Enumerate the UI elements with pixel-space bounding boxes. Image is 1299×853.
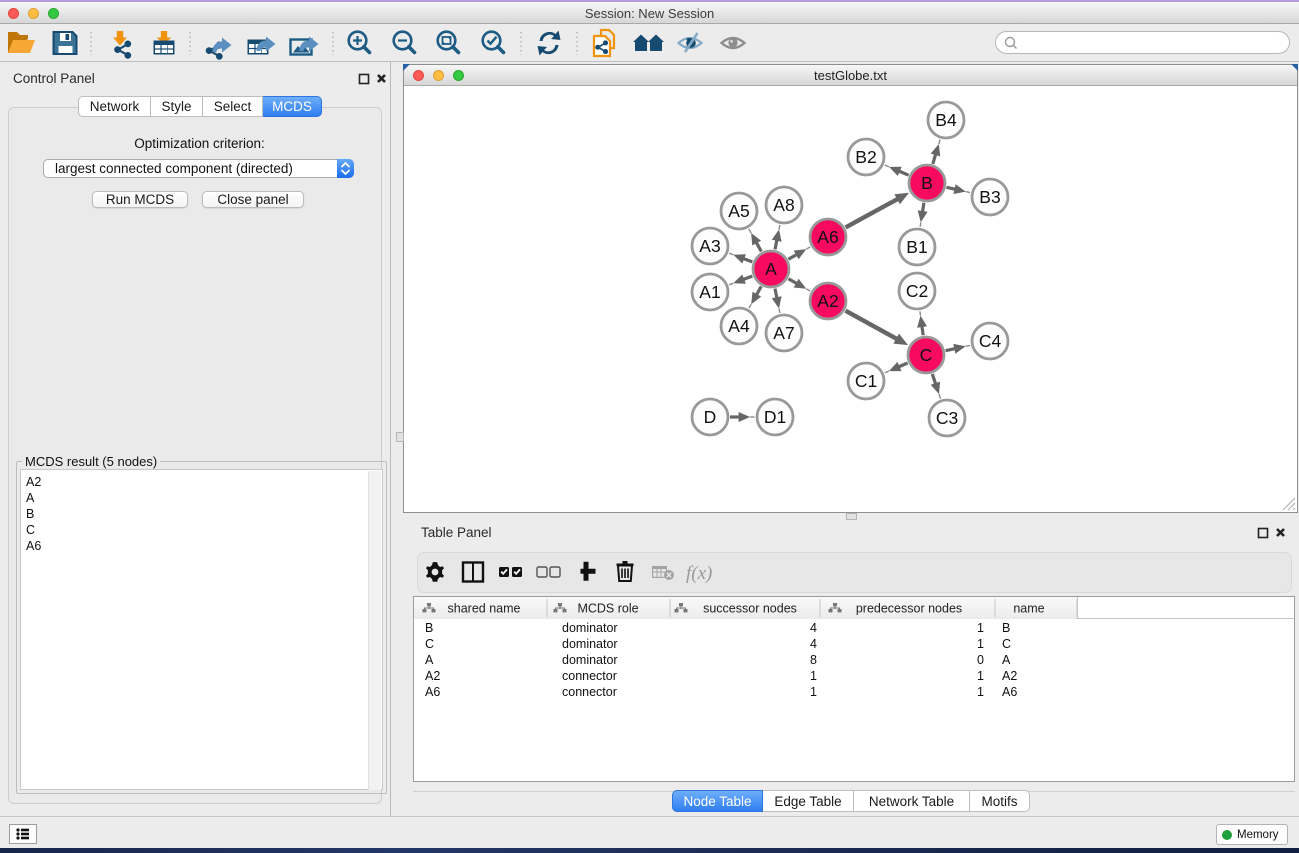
svg-text:connector: connector <box>562 669 617 683</box>
svg-text:A1: A1 <box>699 282 720 302</box>
svg-text:successor nodes: successor nodes <box>703 602 797 616</box>
svg-text:1: 1 <box>977 669 984 683</box>
svg-text:A8: A8 <box>773 195 794 215</box>
svg-text:4: 4 <box>810 637 817 651</box>
svg-text:A6: A6 <box>817 227 838 247</box>
svg-text:dominator: dominator <box>562 621 618 635</box>
svg-text:A4: A4 <box>728 316 750 336</box>
svg-text:A6: A6 <box>1002 685 1017 699</box>
svg-text:shared name: shared name <box>448 602 521 616</box>
svg-text:A7: A7 <box>773 323 794 343</box>
svg-text:1: 1 <box>977 685 984 699</box>
svg-text:D1: D1 <box>764 407 786 427</box>
svg-text:predecessor nodes: predecessor nodes <box>856 602 962 616</box>
svg-text:1: 1 <box>977 621 984 635</box>
svg-text:A: A <box>1002 653 1011 667</box>
svg-text:B2: B2 <box>855 147 876 167</box>
svg-text:dominator: dominator <box>562 653 618 667</box>
svg-text:1: 1 <box>810 669 817 683</box>
svg-text:C3: C3 <box>936 408 958 428</box>
svg-text:D: D <box>704 407 717 427</box>
svg-text:dominator: dominator <box>562 637 618 651</box>
svg-text:C4: C4 <box>979 331 1002 351</box>
svg-text:MCDS role: MCDS role <box>577 602 638 616</box>
svg-text:1: 1 <box>810 685 817 699</box>
svg-text:A5: A5 <box>728 201 749 221</box>
svg-text:B4: B4 <box>935 110 957 130</box>
svg-text:A6: A6 <box>425 685 440 699</box>
svg-text:B1: B1 <box>906 237 927 257</box>
svg-text:connector: connector <box>562 685 617 699</box>
svg-text:A2: A2 <box>1002 669 1017 683</box>
svg-text:C: C <box>1002 637 1011 651</box>
svg-text:A2: A2 <box>817 291 838 311</box>
svg-text:B3: B3 <box>979 187 1000 207</box>
svg-text:B: B <box>1002 621 1010 635</box>
svg-text:C: C <box>425 637 434 651</box>
svg-text:C: C <box>920 345 933 365</box>
svg-text:f(x): f(x) <box>686 563 712 584</box>
svg-text:B: B <box>425 621 433 635</box>
svg-text:C1: C1 <box>855 371 877 391</box>
svg-text:1: 1 <box>977 637 984 651</box>
svg-text:name: name <box>1013 602 1044 616</box>
svg-text:A: A <box>425 653 434 667</box>
svg-text:A2: A2 <box>425 669 440 683</box>
svg-text:B: B <box>921 173 933 193</box>
svg-text:A3: A3 <box>699 236 720 256</box>
svg-text:4: 4 <box>810 621 817 635</box>
svg-text:8: 8 <box>810 653 817 667</box>
svg-text:A: A <box>765 259 777 279</box>
svg-text:0: 0 <box>977 653 984 667</box>
svg-text:C2: C2 <box>906 281 928 301</box>
